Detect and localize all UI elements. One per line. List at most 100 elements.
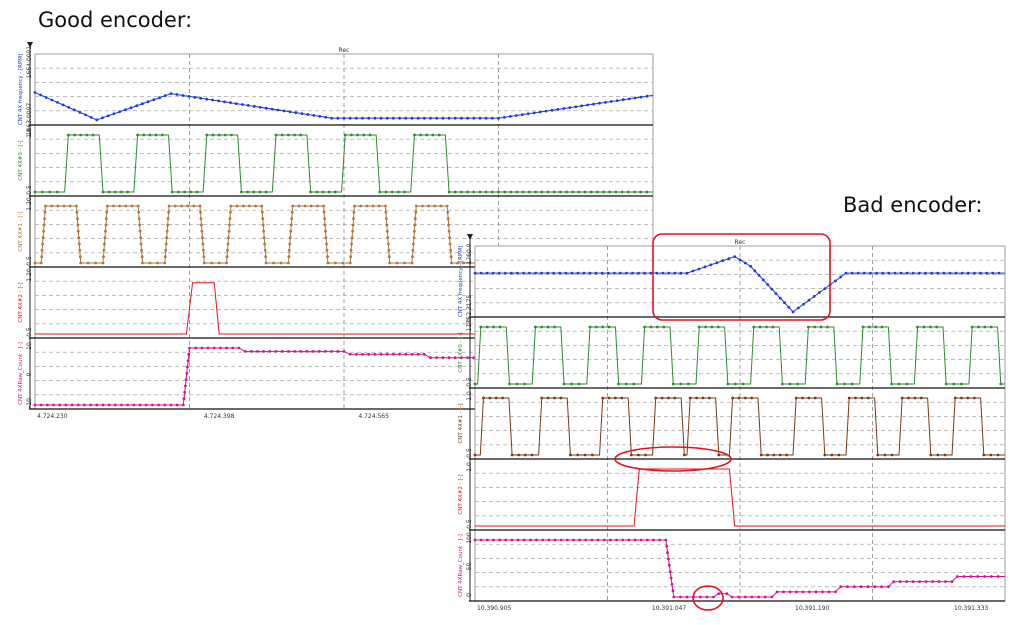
sample-point xyxy=(737,595,741,599)
sample-point xyxy=(377,204,381,208)
sample-point xyxy=(395,261,399,265)
sample-point xyxy=(624,382,628,386)
sample-point xyxy=(189,190,193,194)
sample-point xyxy=(422,352,426,356)
sample-point xyxy=(447,190,451,194)
sample-point xyxy=(662,325,666,329)
sample-point xyxy=(973,271,976,275)
sample-point xyxy=(890,382,893,386)
sample-point xyxy=(140,255,144,259)
sample-point xyxy=(385,223,389,227)
sample-point xyxy=(494,396,498,400)
sample-point xyxy=(413,229,416,233)
sample-point xyxy=(185,371,189,375)
sample-point xyxy=(488,396,492,400)
sample-point xyxy=(287,248,291,252)
y-tick-label: 0.5 xyxy=(26,185,33,195)
sample-point xyxy=(491,271,495,275)
sample-point xyxy=(639,190,642,194)
y-tick-label: 1664.0001 xyxy=(26,46,33,79)
sample-point xyxy=(70,403,74,407)
sample-point xyxy=(788,382,792,386)
sample-point xyxy=(447,223,450,227)
sample-point xyxy=(485,325,489,329)
sample-point xyxy=(813,325,817,329)
sample-point xyxy=(600,271,604,275)
sample-point xyxy=(508,382,511,386)
sample-point xyxy=(316,204,319,208)
sample-point xyxy=(270,107,274,111)
sample-point xyxy=(230,133,233,137)
sample-point xyxy=(79,133,83,137)
sample-point xyxy=(326,261,330,265)
y-tick-label: 1.0 xyxy=(466,462,473,472)
sample-point xyxy=(743,396,747,400)
sample-point xyxy=(916,325,919,329)
sample-point xyxy=(479,325,483,329)
sample-point xyxy=(578,538,581,542)
channel-label: CNT 4X#2 - [-] xyxy=(18,282,24,322)
sample-point xyxy=(135,104,139,108)
sample-point xyxy=(183,390,187,394)
sample-point xyxy=(322,204,325,208)
sample-point xyxy=(866,396,870,400)
sample-point xyxy=(821,590,824,594)
sample-point xyxy=(514,114,518,117)
sample-point xyxy=(258,105,262,109)
sample-point xyxy=(184,378,188,382)
sample-point xyxy=(75,210,79,214)
sample-point xyxy=(55,190,59,194)
sample-point xyxy=(225,255,229,259)
sample-point xyxy=(413,217,417,221)
sample-point xyxy=(770,595,774,599)
sample-point xyxy=(530,453,534,457)
sample-point xyxy=(997,271,1001,275)
sample-point xyxy=(163,255,167,259)
sample-point xyxy=(199,217,203,221)
x-tick-label: 4.724.230 xyxy=(37,413,68,420)
sample-point xyxy=(900,396,904,400)
sample-point xyxy=(102,248,106,252)
sample-point xyxy=(288,242,292,246)
sample-point xyxy=(403,190,406,194)
sample-point xyxy=(631,271,634,275)
sample-point xyxy=(202,255,206,259)
sample-point xyxy=(553,538,557,542)
sample-point xyxy=(39,261,43,265)
sample-point xyxy=(785,453,788,457)
sample-point xyxy=(95,403,99,407)
sample-point xyxy=(898,580,902,583)
sample-point xyxy=(446,210,450,214)
sample-point xyxy=(473,382,477,386)
sample-point xyxy=(962,575,966,578)
sample-point xyxy=(532,111,536,115)
sample-point xyxy=(808,590,811,594)
sample-point xyxy=(336,116,340,120)
sample-point xyxy=(490,190,494,194)
sample-point xyxy=(620,190,624,194)
sample-point xyxy=(775,590,779,594)
sample-point xyxy=(321,190,325,194)
sample-point xyxy=(388,261,392,265)
sample-point xyxy=(429,116,432,120)
channel-label: CNT 4XRaw_Count - [-] xyxy=(18,342,24,405)
sample-point xyxy=(697,325,701,329)
sample-point xyxy=(410,352,414,356)
sample-point xyxy=(598,101,601,105)
sample-point xyxy=(123,108,127,112)
sample-point xyxy=(944,382,948,386)
sample-point xyxy=(602,538,606,542)
sample-point xyxy=(101,116,104,120)
sample-point xyxy=(861,325,865,329)
sample-point xyxy=(924,580,928,583)
sample-point xyxy=(509,115,512,118)
x-tick-label: 4.724.565 xyxy=(358,413,389,420)
sample-point xyxy=(327,190,331,194)
sample-point xyxy=(943,453,947,457)
sample-point xyxy=(229,204,233,208)
sample-point xyxy=(453,190,457,194)
sample-point xyxy=(264,261,268,265)
sample-point xyxy=(361,116,364,120)
y-tick-label: 0 xyxy=(26,372,33,376)
sample-point xyxy=(726,382,730,386)
